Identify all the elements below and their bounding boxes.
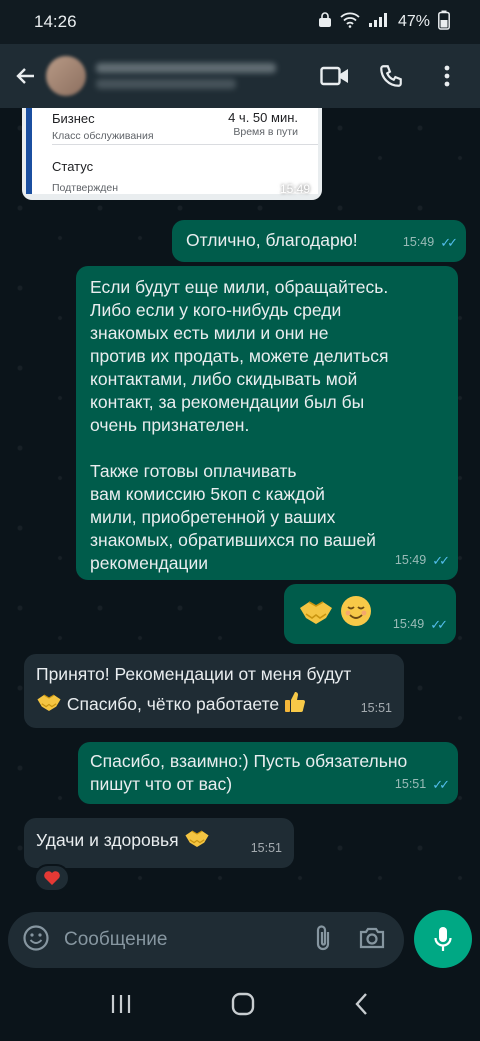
message-time: 15:51 (250, 841, 282, 855)
message-time: 15:49 (279, 182, 310, 196)
class-label: Класс обслуживания (52, 130, 154, 142)
outgoing-message[interactable]: 15:49 ✓✓ (284, 584, 456, 644)
battery-percent: 47% (397, 13, 430, 30)
message-input[interactable]: Сообщение (8, 912, 404, 968)
handshake-emoji-icon (298, 601, 339, 632)
message-line: Принято! Рекомендации от меня будут (36, 664, 352, 684)
signal-icon (368, 12, 390, 33)
status-bar: 14:26 47% (0, 0, 480, 44)
class-value: Бизнес (52, 111, 95, 126)
message-line: рекомендации (90, 553, 208, 573)
chat-header (0, 44, 480, 108)
status-label: Подтвержден (52, 182, 119, 194)
chevron-left-icon (355, 993, 368, 1015)
camera-button[interactable] (358, 926, 386, 955)
message-line: против их продать, можете делиться (90, 346, 389, 366)
home-button[interactable] (230, 991, 256, 1022)
more-vert-icon (444, 65, 450, 87)
home-icon (231, 992, 255, 1016)
contact-avatar[interactable] (46, 56, 86, 96)
read-receipt-icon: ✓✓ (432, 777, 450, 792)
paperclip-icon (316, 924, 330, 950)
message-time: 15:51 (360, 701, 392, 715)
incoming-message[interactable]: Принято! Рекомендации от меня будут Спас… (24, 654, 404, 728)
chat-area[interactable]: Бизнес 4 ч. 50 мин. Класс обслуживания В… (0, 108, 480, 908)
message-line: знакомых, обратившихся по вашей (90, 530, 376, 550)
recent-apps-icon (111, 995, 130, 1013)
message-line: Спасибо, чётко работаете (66, 694, 280, 714)
booking-screenshot: Бизнес 4 ч. 50 мин. Класс обслуживания В… (26, 108, 318, 194)
microphone-icon (434, 927, 452, 951)
back-nav-button[interactable] (353, 991, 371, 1022)
message-text: Удачи и здоровья (36, 830, 179, 850)
contact-name-blurred[interactable] (96, 56, 316, 96)
battery-icon (438, 10, 450, 35)
arrow-left-icon (16, 68, 34, 84)
message-line: Также готовы оплачивать (90, 461, 297, 481)
camera-icon (359, 927, 385, 948)
recent-apps-button[interactable] (109, 992, 133, 1021)
status-icons: 47% (318, 10, 450, 35)
status-time: 14:26 (34, 12, 77, 31)
message-time: 15:51 (394, 777, 427, 791)
video-call-icon (320, 66, 348, 86)
message-line: знакомых есть мили и они не (90, 323, 329, 343)
reaction-badge[interactable] (34, 864, 70, 892)
handshake-emoji-icon (36, 694, 67, 714)
message-line: очень признателен. (90, 415, 250, 435)
message-line: Если будут еще мили, обращайтесь. (90, 277, 389, 297)
message-line: Либо если у кого-нибудь среди (90, 300, 342, 320)
red-heart-icon (44, 871, 60, 885)
read-receipt-icon: ✓✓ (432, 553, 450, 568)
message-line: контакт, за рекомендации был бы (90, 392, 365, 412)
message-line: контактами, либо скидывать мой (90, 369, 358, 389)
phone-icon (380, 65, 402, 87)
emoji-icon (23, 924, 49, 951)
message-line: пишут что от вас) (90, 774, 233, 794)
relieved-face-emoji-icon (339, 596, 373, 632)
system-nav-bar (0, 972, 480, 1041)
message-line: мили, приобретенной у ваших (90, 507, 336, 527)
thumbs-up-emoji-icon (284, 692, 306, 714)
status-value: Статус (52, 159, 94, 174)
message-line: Спасибо, взаимно:) Пусть обязательно (90, 751, 408, 771)
security-icon (318, 11, 332, 33)
message-line: вам комиссию 5коп с каждой (90, 484, 325, 504)
message-placeholder: Сообщение (64, 929, 168, 950)
message-time: 15:49 (394, 553, 427, 567)
video-call-button[interactable] (320, 61, 350, 91)
duration-value: 4 ч. 50 мин. (228, 110, 298, 125)
voice-message-button[interactable] (414, 910, 472, 968)
image-message[interactable]: Бизнес 4 ч. 50 мин. Класс обслуживания В… (22, 108, 322, 200)
composer: Сообщение (0, 908, 480, 972)
message-text: Отлично, благодарю! (186, 230, 358, 250)
attach-button[interactable] (314, 924, 332, 957)
outgoing-message[interactable]: Отлично, благодарю! 15:49 ✓✓ (172, 220, 466, 262)
read-receipt-icon: ✓✓ (430, 617, 448, 632)
emoji-button[interactable] (22, 924, 50, 957)
duration-label: Время в пути (233, 126, 298, 138)
wifi-icon (340, 12, 360, 33)
handshake-emoji-icon (184, 830, 210, 850)
message-time: 15:49 (402, 235, 435, 249)
back-button[interactable] (10, 60, 42, 92)
more-options-button[interactable] (432, 61, 462, 91)
message-time: 15:49 (392, 617, 425, 631)
incoming-message[interactable]: Удачи и здоровья 15:51 (24, 818, 294, 868)
outgoing-message[interactable]: Спасибо, взаимно:) Пусть обязательно пиш… (78, 742, 458, 804)
read-receipt-icon: ✓✓ (440, 235, 458, 250)
outgoing-message[interactable]: Если будут еще мили, обращайтесь. Либо е… (76, 266, 458, 580)
voice-call-button[interactable] (376, 61, 406, 91)
